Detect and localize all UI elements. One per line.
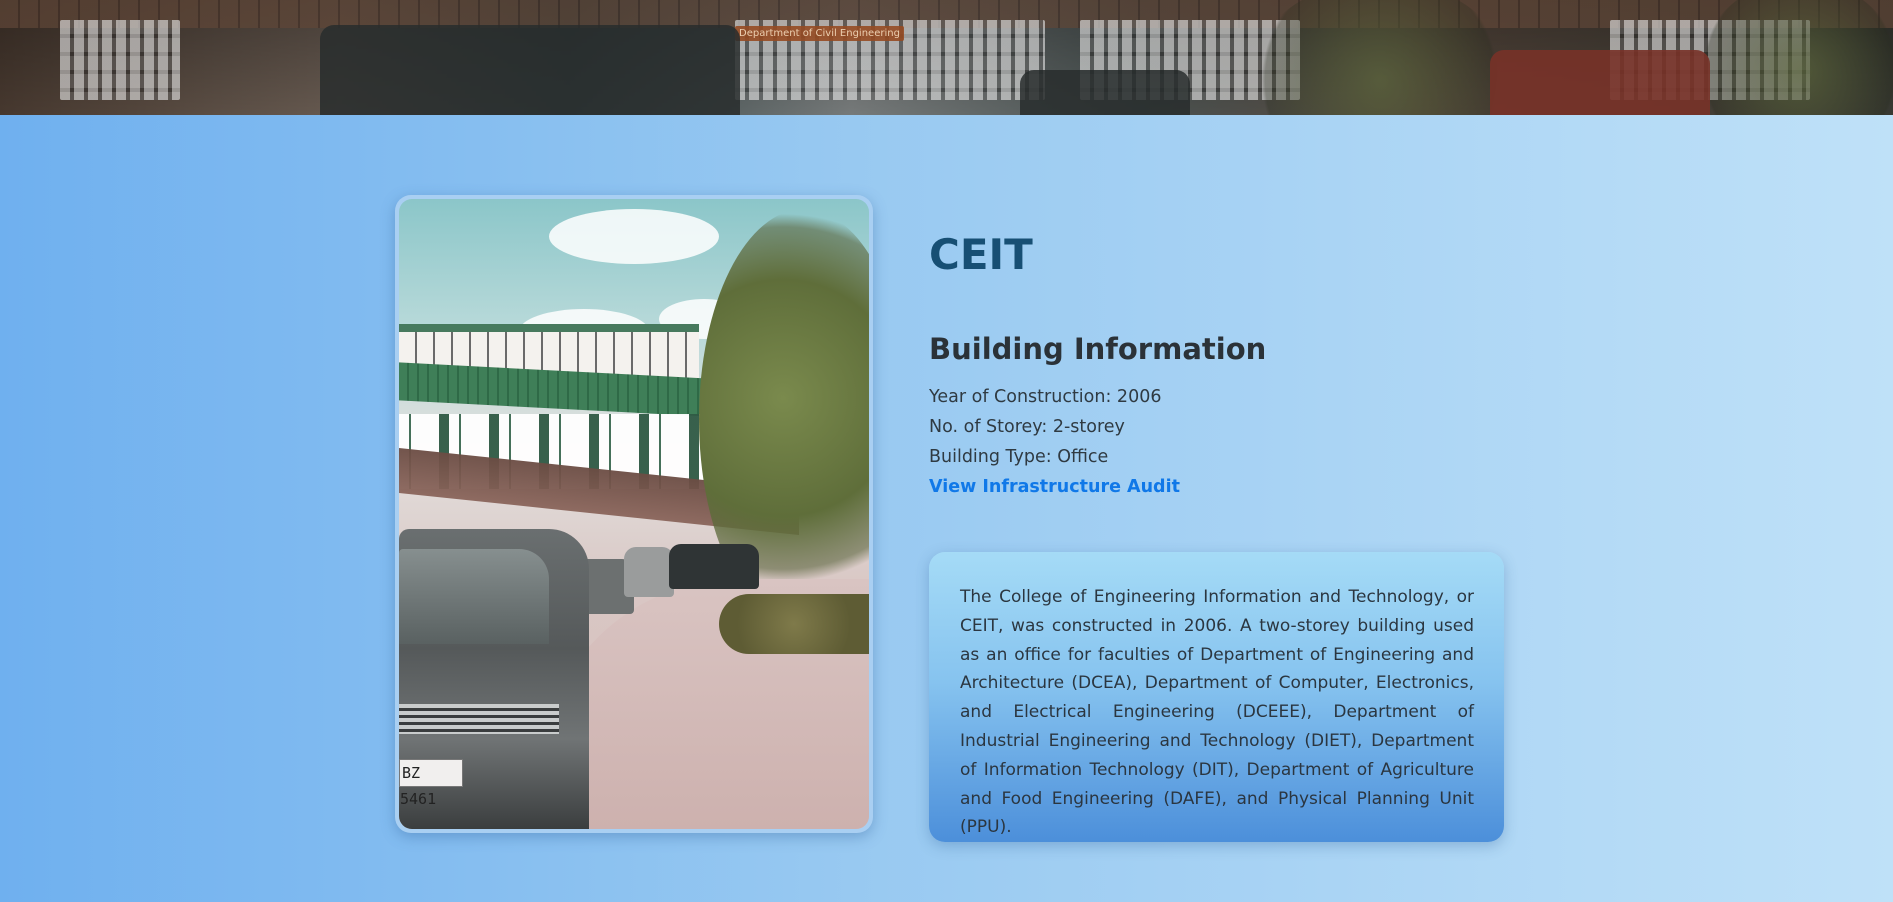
building-description: The College of Engineering Information a… — [960, 587, 1474, 838]
parked-car-shape — [624, 547, 674, 597]
header-banner-image: Department of Civil Engineering — [0, 0, 1893, 115]
banner-tree-shape — [1700, 0, 1893, 115]
building-description-card: The College of Engineering Information a… — [929, 552, 1504, 842]
building-info-heading: Building Information — [929, 332, 1267, 366]
banner-car-shape — [320, 25, 740, 115]
building-type: Building Type: Office — [929, 447, 1109, 467]
banner-car-shape — [1020, 70, 1190, 115]
building-photo-card: BZ 5461 — [395, 195, 873, 833]
building-photo: BZ 5461 — [399, 199, 869, 829]
year-of-construction: Year of Construction: 2006 — [929, 387, 1162, 407]
building-title: CEIT — [929, 230, 1033, 279]
parked-car-shape — [669, 544, 759, 589]
suv-grille-shape — [399, 704, 559, 734]
banner-sign: Department of Civil Engineering — [735, 26, 904, 41]
banner-tree-shape — [1250, 0, 1510, 115]
building-info-list: Year of Construction: 2006 No. of Storey… — [929, 382, 1180, 502]
banner-car-shape — [1490, 50, 1710, 115]
view-infrastructure-audit-link[interactable]: View Infrastructure Audit — [929, 477, 1180, 497]
banner-window-shape — [60, 20, 180, 100]
number-of-storey: No. of Storey: 2-storey — [929, 417, 1125, 437]
hedge-shape — [719, 594, 869, 654]
suv-window-shape — [399, 549, 549, 644]
cloud-shape — [549, 209, 719, 264]
license-plate: BZ 5461 — [399, 759, 463, 808]
